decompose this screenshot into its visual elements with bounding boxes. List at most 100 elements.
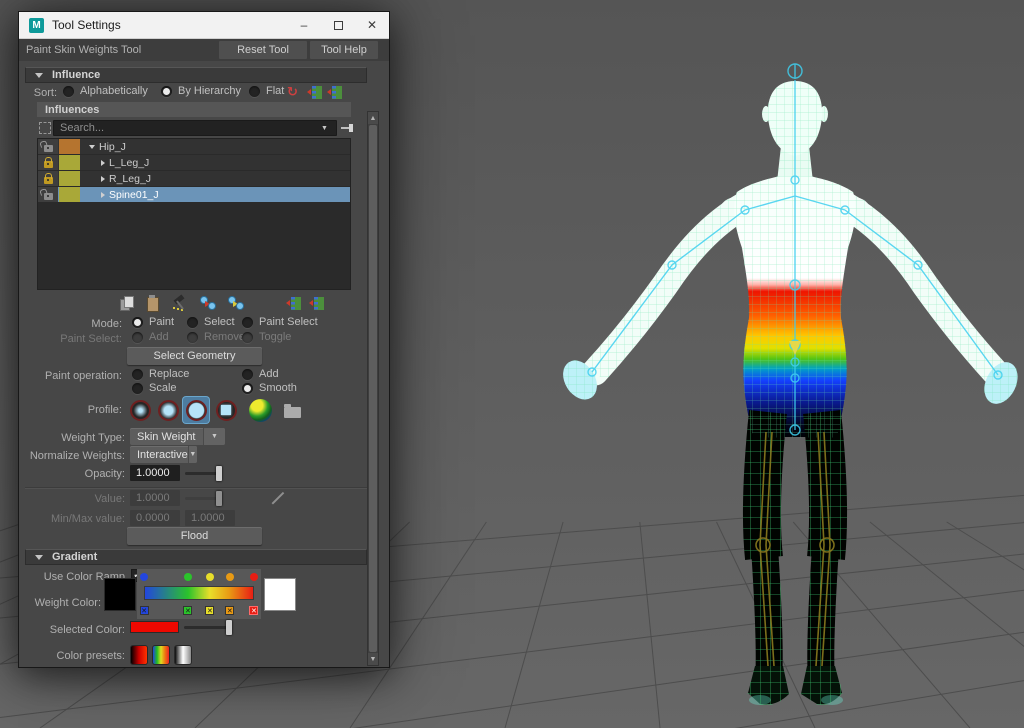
paint-op-replace-radio[interactable]: Replace (132, 368, 189, 380)
mode-select-radio[interactable]: Select (187, 316, 235, 328)
expanded-arrow-icon[interactable] (89, 145, 95, 149)
selected-color-slider[interactable] (184, 626, 230, 629)
select-geometry-button[interactable]: Select Geometry (127, 347, 262, 365)
close-button[interactable]: ✕ (355, 12, 389, 38)
collapsed-arrow-icon[interactable] (101, 176, 105, 182)
collapsed-arrow-icon[interactable] (101, 192, 105, 198)
paint-select-toggle-radio: Toggle (242, 331, 291, 343)
scrollbar-thumb[interactable] (369, 125, 377, 652)
ramp-stop-handle[interactable] (184, 573, 192, 581)
preset-rainbow[interactable] (152, 645, 170, 665)
ramp-stop-handle[interactable] (140, 573, 148, 581)
gaussian-brush-icon (130, 400, 151, 421)
paint-op-smooth-radio[interactable]: Smooth (242, 382, 297, 394)
brush-gaussian-button[interactable] (127, 397, 153, 423)
mode-paint-select-radio[interactable]: Paint Select (242, 316, 318, 328)
tree-row-lleg[interactable]: L_Leg_J (38, 155, 350, 170)
normalize-weights-dropdown[interactable]: Interactive ▼ (130, 446, 197, 463)
preset-grayscale[interactable] (174, 645, 192, 665)
influence-color-swatch[interactable] (59, 155, 80, 170)
preset-black-red[interactable] (130, 645, 148, 665)
tree-row-spine01-selected[interactable]: Spine01_J (38, 187, 350, 202)
collapsed-arrow-icon[interactable] (101, 160, 105, 166)
scroll-up-icon[interactable]: ▲ (368, 112, 378, 124)
ramp-stop-delete[interactable]: ✕ (249, 606, 258, 615)
maximize-button[interactable] (321, 12, 355, 38)
scroll-down-icon[interactable]: ▼ (368, 653, 378, 665)
reset-tool-button[interactable]: Reset Tool (219, 41, 307, 59)
radio-icon (161, 86, 172, 97)
lock-cell[interactable] (38, 155, 58, 170)
browse-brush-button[interactable] (279, 399, 305, 425)
pin-influence-icon[interactable] (341, 123, 355, 133)
radio-icon (63, 86, 74, 97)
brush-square-button[interactable] (213, 397, 239, 423)
ramp-stop-delete[interactable]: ✕ (140, 606, 149, 615)
ramp-stop-delete[interactable]: ✕ (205, 606, 214, 615)
ramp-stop-delete[interactable]: ✕ (183, 606, 192, 615)
influences-subheader: Influences (37, 102, 351, 117)
gradient-section-title: Gradient (52, 551, 97, 563)
ramp-end-color-swatch[interactable] (264, 578, 296, 611)
show-influence-icon[interactable] (228, 295, 244, 311)
ramp-stop-handle[interactable] (206, 573, 214, 581)
move-influence-icon[interactable] (200, 295, 216, 311)
ramp-stop-handle[interactable] (250, 573, 258, 581)
tree-row-rleg[interactable]: R_Leg_J (38, 171, 350, 186)
slider-handle[interactable] (226, 620, 232, 635)
copy-weights-icon[interactable] (119, 295, 135, 311)
search-dropdown-icon[interactable]: ▼ (321, 125, 328, 132)
influence-color-swatch[interactable] (59, 139, 80, 154)
paste-weights-list-icon[interactable] (327, 86, 342, 99)
color-ramp-widget[interactable]: ✕ ✕ ✕ ✕ ✕ (137, 569, 261, 619)
minimize-button[interactable]: – (287, 12, 321, 38)
tree-row-hip[interactable]: Hip_J (38, 139, 350, 154)
flood-button[interactable]: Flood (127, 527, 262, 545)
brush-soft-button[interactable] (155, 397, 181, 423)
tool-settings-window: Tool Settings – ✕ Paint Skin Weights Too… (18, 11, 390, 668)
lock-cell[interactable] (38, 171, 58, 186)
selected-color-swatch[interactable] (130, 621, 179, 633)
opacity-slider[interactable] (185, 472, 222, 475)
copy-weights-list-icon[interactable] (307, 86, 322, 99)
paint-op-scale-radio[interactable]: Scale (132, 382, 177, 394)
toggle-hold-list-icon[interactable] (286, 297, 301, 310)
opacity-input[interactable]: 1.0000 (130, 465, 180, 481)
influence-color-swatch[interactable] (59, 187, 80, 202)
sort-flat-radio[interactable]: Flat (249, 85, 284, 97)
slider-handle[interactable] (216, 466, 222, 481)
ramp-stop-handle[interactable] (226, 573, 234, 581)
solid-brush-icon (186, 400, 207, 421)
panel-scrollbar[interactable]: ▲ ▼ (367, 111, 379, 666)
paint-op-add-radio[interactable]: Add (242, 368, 279, 380)
weight-type-dropdown[interactable]: Skin Weight ▼ (130, 428, 225, 445)
toggle-display-list-icon[interactable] (309, 297, 324, 310)
lock-cell[interactable] (38, 139, 58, 154)
mode-paint-radio[interactable]: Paint (132, 316, 174, 328)
gradient-section-header[interactable]: Gradient (25, 549, 367, 565)
opacity-label: Opacity: (19, 468, 125, 480)
hammer-weights-icon[interactable] (172, 295, 188, 311)
tool-header-bar: Paint Skin Weights Tool Reset Tool Tool … (19, 39, 389, 61)
tool-help-button[interactable]: Tool Help (310, 41, 378, 59)
maximize-icon (334, 21, 343, 30)
titlebar[interactable]: Tool Settings – ✕ (19, 12, 389, 39)
tool-settings-panel: Influence Sort: Alphabetically By Hierar… (19, 61, 389, 667)
select-influence-icon[interactable] (39, 122, 51, 134)
paste-weights-icon[interactable] (145, 295, 161, 311)
influence-color-swatch[interactable] (59, 171, 80, 186)
influence-section-header[interactable]: Influence (25, 67, 367, 83)
refresh-influences-icon[interactable]: ↻ (287, 85, 298, 98)
maya-logo-icon (29, 18, 44, 33)
brush-solid-button-selected[interactable] (183, 397, 209, 423)
value-label: Value: (19, 493, 125, 505)
brush-image-button[interactable] (247, 397, 273, 423)
dropdown-arrow-icon: ▼ (203, 428, 225, 445)
ramp-stop-delete[interactable]: ✕ (225, 606, 234, 615)
search-input[interactable] (53, 120, 337, 136)
sort-alphabetically-radio[interactable]: Alphabetically (63, 85, 148, 97)
lock-cell[interactable] (38, 187, 58, 202)
color-ramp-bar[interactable] (144, 586, 254, 600)
sort-by-hierarchy-radio[interactable]: By Hierarchy (161, 85, 241, 97)
ramp-start-color-swatch[interactable] (104, 578, 136, 611)
